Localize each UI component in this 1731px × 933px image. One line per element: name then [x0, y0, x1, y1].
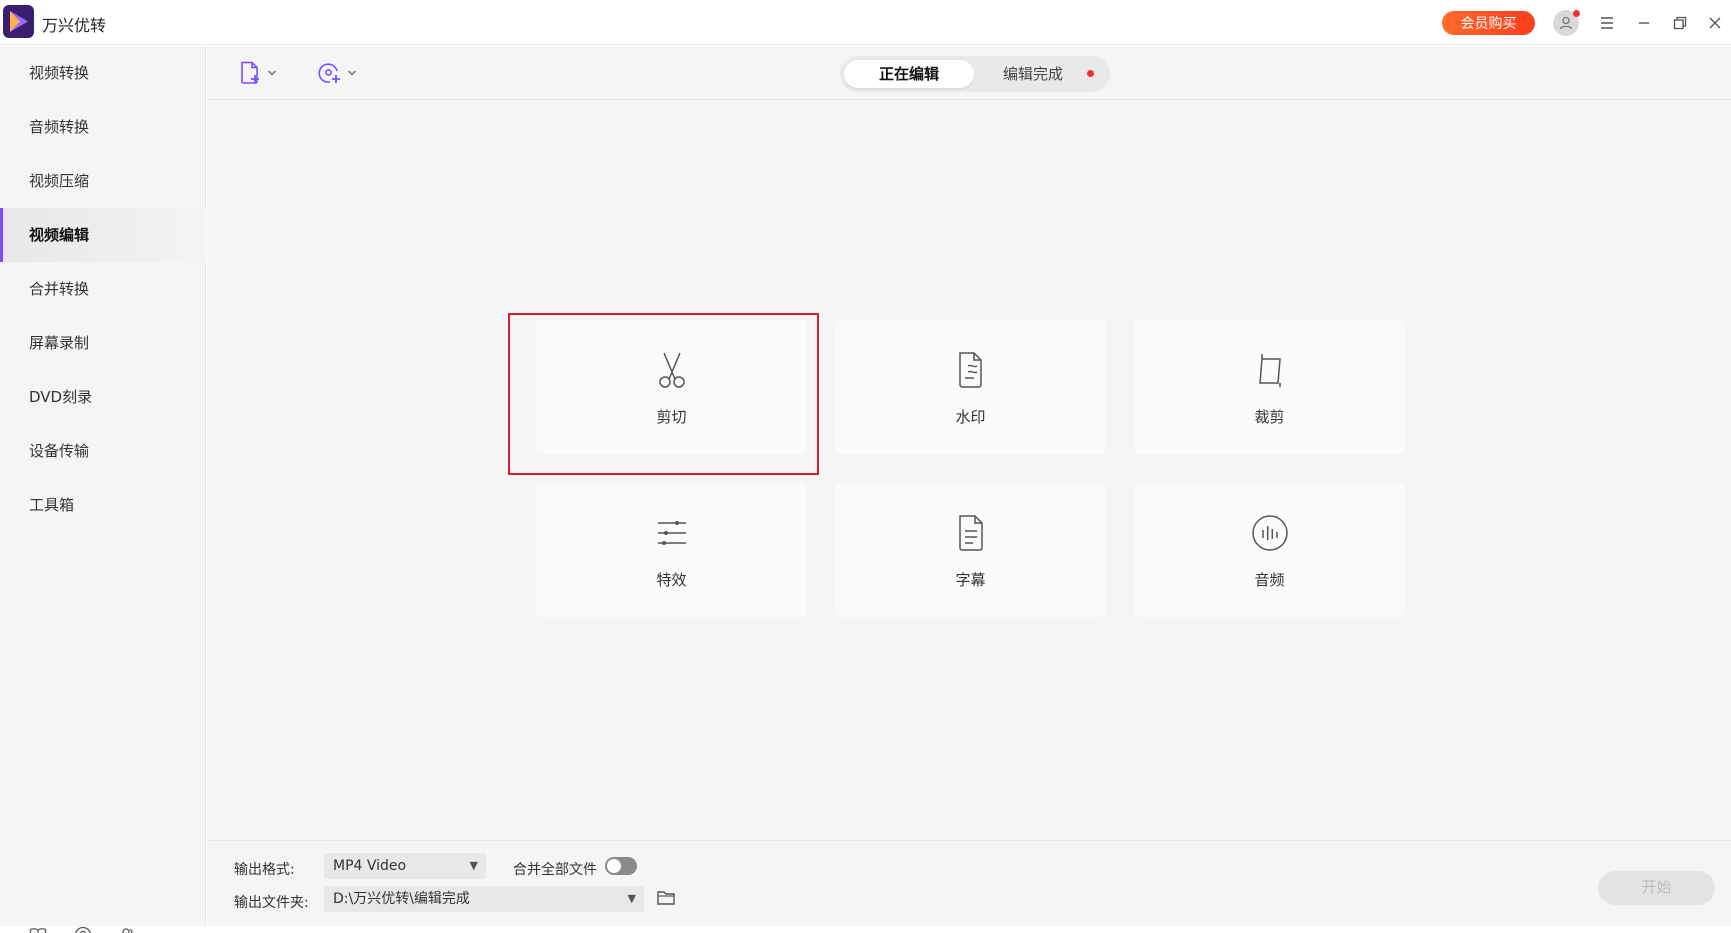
sidebar-item-device-transfer[interactable]: 设备传输 [0, 424, 206, 478]
start-button[interactable]: 开始 [1598, 871, 1715, 905]
sidebar-item-toolbox[interactable]: 工具箱 [0, 478, 206, 532]
help-icon[interactable] [70, 922, 96, 933]
sliders-icon [653, 513, 691, 553]
output-format-value: MP4 Video [333, 858, 407, 874]
sidebar-item-merge[interactable]: 合并转换 [0, 262, 206, 316]
menu-icon[interactable] [1593, 9, 1621, 37]
subtitle-icon [952, 513, 990, 553]
tile-crop[interactable]: 裁剪 [1134, 320, 1405, 454]
chevron-down-icon: ▼ [627, 892, 636, 905]
tile-audio[interactable]: 音频 [1134, 483, 1405, 617]
output-folder-select[interactable]: D:\万兴优转\编辑完成 ▼ [324, 886, 644, 912]
restore-icon[interactable] [1666, 9, 1694, 37]
folder-icon[interactable] [656, 889, 676, 909]
add-disc-icon [318, 63, 340, 83]
output-format-label: 输出格式: [234, 862, 295, 878]
sidebar-item-dvd-burn[interactable]: DVD刻录 [0, 370, 206, 424]
crop-icon [1251, 350, 1289, 390]
merge-all-label: 合并全部文件 [513, 862, 597, 878]
output-folder-value: D:\万兴优转\编辑完成 [333, 891, 470, 907]
tile-watermark[interactable]: 水印 [835, 320, 1106, 454]
guide-book-icon[interactable] [25, 922, 51, 933]
add-file-icon [241, 61, 259, 84]
notification-dot [1573, 10, 1580, 17]
tile-subtitle[interactable]: 字幕 [835, 483, 1106, 617]
vip-purchase-button[interactable]: 会员购买 [1442, 11, 1535, 35]
output-folder-label: 输出文件夹: [234, 895, 309, 911]
selection-highlight [508, 313, 819, 475]
close-icon[interactable] [1701, 9, 1729, 37]
sidebar-item-audio-convert[interactable]: 音频转换 [0, 100, 206, 154]
sidebar-item-video-compress[interactable]: 视频压缩 [0, 154, 206, 208]
chevron-down-icon: ▼ [469, 859, 478, 872]
tab-editing[interactable]: 正在编辑 [844, 60, 974, 88]
toolbar: 正在编辑 编辑完成 [207, 46, 1731, 100]
chevron-down-icon [348, 70, 356, 76]
tile-label: 裁剪 [1254, 408, 1285, 426]
community-icon[interactable] [115, 922, 141, 933]
sidebar-item-video-convert[interactable]: 视频转换 [0, 46, 206, 100]
watermark-icon [952, 350, 990, 390]
new-item-dot [1087, 70, 1094, 77]
app-title: 万兴优转 [42, 16, 107, 35]
output-format-select[interactable]: MP4 Video ▼ [324, 853, 486, 879]
sidebar: 视频转换 音频转换 视频压缩 视频编辑 合并转换 屏幕录制 DVD刻录 设备传输… [0, 46, 206, 933]
app-logo-icon [3, 5, 34, 38]
add-file-button[interactable] [237, 58, 285, 88]
tile-label: 特效 [656, 571, 687, 589]
edit-status-tabs: 正在编辑 编辑完成 [840, 56, 1110, 92]
merge-all-toggle[interactable] [605, 857, 637, 875]
audio-icon [1251, 513, 1289, 553]
tile-label: 字幕 [955, 571, 986, 589]
main-area: 正在编辑 编辑完成 剪切 水印 裁剪 特效 字幕 音频 输出格式: MP4 Vi… [207, 46, 1731, 926]
tab-edit-done[interactable]: 编辑完成 [978, 60, 1088, 88]
tile-label: 音频 [1254, 571, 1285, 589]
title-bar: 万兴优转 会员购买 [0, 0, 1731, 45]
add-disc-button[interactable] [317, 58, 365, 88]
minimize-icon[interactable] [1630, 9, 1658, 37]
sidebar-item-screen-record[interactable]: 屏幕录制 [0, 316, 206, 370]
chevron-down-icon [268, 70, 276, 76]
tile-effects[interactable]: 特效 [536, 483, 807, 617]
tile-label: 水印 [955, 408, 986, 426]
user-icon [1559, 16, 1573, 30]
output-bar: 输出格式: MP4 Video ▼ 合并全部文件 输出文件夹: D:\万兴优转\… [207, 840, 1731, 926]
sidebar-item-video-edit[interactable]: 视频编辑 [0, 208, 206, 262]
